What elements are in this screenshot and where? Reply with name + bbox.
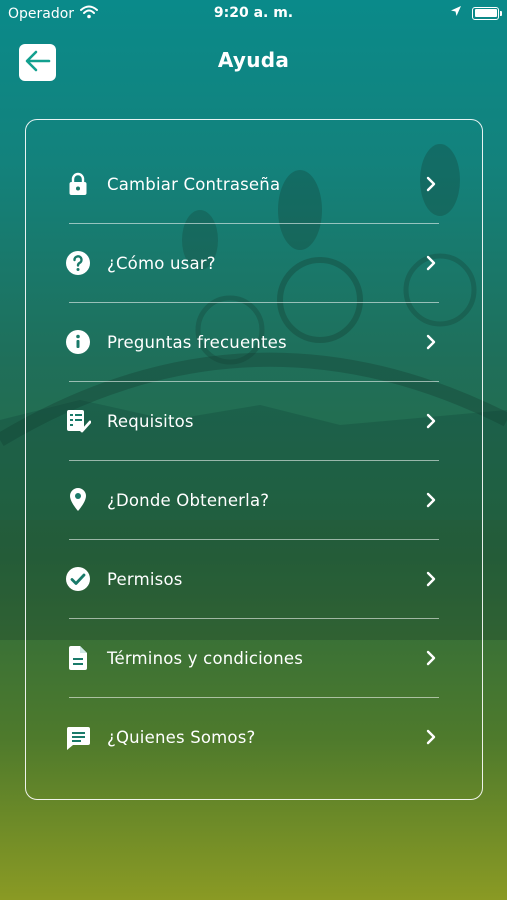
location-pin-icon xyxy=(65,487,91,513)
menu-item-preguntas-frecuentes[interactable]: Preguntas frecuentes xyxy=(66,303,441,382)
menu-item-label: ¿Donde Obtenerla? xyxy=(107,490,270,510)
document-icon xyxy=(65,645,91,671)
menu-item-como-usar[interactable]: ¿Cómo usar? xyxy=(66,224,441,303)
header: Ayuda xyxy=(0,40,507,84)
menu-item-permisos[interactable]: Permisos xyxy=(66,540,441,619)
menu-item-label: Términos y condiciones xyxy=(107,648,304,668)
chevron-right-icon xyxy=(421,648,441,668)
chevron-right-icon xyxy=(421,490,441,510)
help-circle-icon xyxy=(65,250,91,276)
lock-icon xyxy=(65,171,91,197)
menu-item-requisitos[interactable]: Requisitos xyxy=(67,382,441,461)
page-title: Ayuda xyxy=(217,48,290,72)
status-time: 9:20 a. m. xyxy=(213,5,294,21)
menu-item-label: ¿Quienes Somos? xyxy=(107,728,256,747)
status-right xyxy=(450,5,502,21)
chevron-right-icon xyxy=(421,727,441,747)
menu-item-terminos[interactable]: Términos y condiciones xyxy=(69,619,439,698)
menu-item-quienes-somos[interactable]: ¿Quienes Somos? xyxy=(66,698,441,777)
chevron-right-icon xyxy=(421,174,441,194)
location-arrow-icon xyxy=(450,5,462,21)
info-icon xyxy=(65,329,91,355)
chat-icon xyxy=(65,725,91,751)
menu-item-label: Permisos xyxy=(107,569,183,589)
status-bar: Operador 9:20 a. m. xyxy=(0,0,507,28)
menu-item-label: Cambiar Contraseña xyxy=(107,174,281,194)
menu-item-cambiar-contrasena[interactable]: Cambiar Contraseña xyxy=(69,145,439,224)
help-menu-card: Cambiar Contraseña ¿Cómo usar? Preguntas… xyxy=(25,119,483,800)
menu-item-label: Requisitos xyxy=(107,411,194,431)
menu-item-donde-obtenerla[interactable]: ¿Donde Obtenerla? xyxy=(69,461,439,540)
chevron-right-icon xyxy=(421,253,441,273)
chevron-right-icon xyxy=(421,569,441,589)
chevron-right-icon xyxy=(421,411,441,431)
checklist-icon xyxy=(65,408,91,434)
chevron-right-icon xyxy=(421,332,441,352)
battery-icon xyxy=(472,6,502,20)
menu-item-label: ¿Cómo usar? xyxy=(107,253,216,273)
check-circle-icon xyxy=(65,566,91,592)
menu-item-label: Preguntas frecuentes xyxy=(107,332,287,352)
